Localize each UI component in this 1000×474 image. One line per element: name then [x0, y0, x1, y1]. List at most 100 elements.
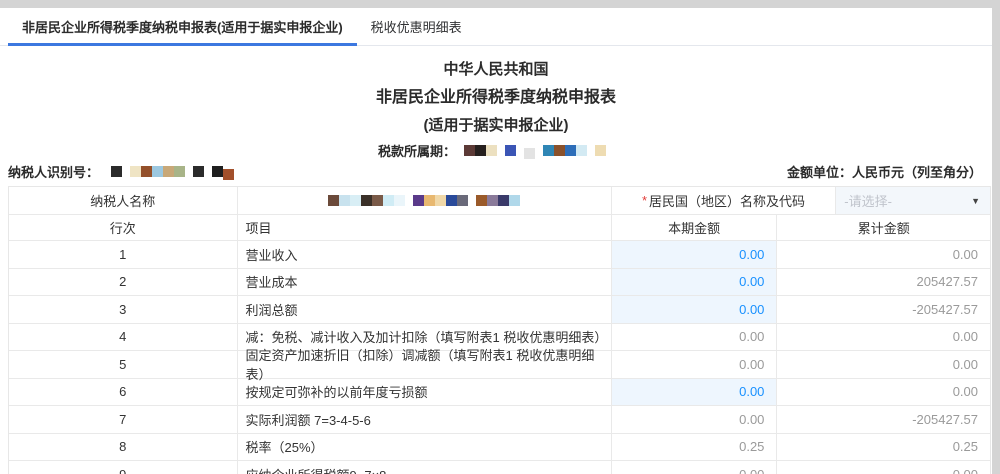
redaction-block-group: [524, 145, 535, 159]
line-number-cell: 8: [9, 433, 238, 460]
cumulative-amount-cell: 0.00: [952, 329, 978, 345]
item-name-cell: 按规定可弥补的以前年度亏损额: [238, 378, 612, 405]
item-name-cell: 营业成本: [238, 268, 612, 295]
current-amount-cell[interactable]: 0.00: [611, 241, 778, 268]
redaction-block: [475, 144, 486, 156]
item-name-cell: 应纳企业所得税额9=7×8: [238, 461, 612, 474]
return-table: 纳税人名称 * 居民国（地区）名称及代码 -请选择- ▼ 行次 项目 本期金额 …: [8, 186, 991, 474]
redaction-block-group: [505, 144, 516, 156]
redaction-block: [435, 195, 447, 206]
line-number-cell: 9: [9, 461, 238, 474]
redaction-block: [505, 144, 516, 156]
current-amount-cell[interactable]: 0.00: [611, 268, 778, 295]
tab-label: 非居民企业所得税季度纳税申报表(适用于据实申报企业): [22, 20, 343, 35]
redaction-block: [328, 195, 340, 206]
select-placeholder: -请选择-: [844, 194, 892, 209]
current-amount-cell[interactable]: 0.00: [611, 296, 778, 323]
redaction-block: [464, 144, 475, 156]
redaction-block: [457, 195, 469, 206]
redaction-block: [350, 195, 362, 206]
chevron-down-icon: ▼: [971, 195, 980, 206]
cumulative-amount-cell: 0.00: [777, 461, 990, 474]
tab-preferential-detail[interactable]: 税收优惠明细表: [357, 8, 476, 45]
redaction-block: [424, 195, 436, 206]
line-number-cell: 4: [9, 323, 238, 350]
redaction-block: [339, 195, 351, 206]
form-title-main: 非居民企业所得税季度纳税申报表: [375, 89, 616, 106]
redaction-block: [211, 165, 223, 177]
current-amount-cell: 0.00: [612, 461, 778, 474]
taxpayer-info-line: 纳税人识别号： 金额单位：人民币元（列至角分）: [0, 160, 992, 182]
redaction-block: [565, 144, 576, 156]
resident-country-select[interactable]: -请选择- ▼: [836, 187, 990, 214]
current-amount-cell: 0.00: [612, 351, 778, 378]
taxpayer-name-label: 纳税人名称: [9, 187, 238, 214]
table-row: 8 税率（25%） 0.25 0.25: [9, 433, 990, 461]
redaction-block: [446, 195, 458, 206]
redaction-block-group: [211, 165, 234, 180]
redaction-block: [413, 195, 425, 206]
redaction-block: [129, 165, 141, 177]
tax-form-page: 非居民企业所得税季度纳税申报表(适用于据实申报企业) 税收优惠明细表 中华人民共…: [0, 8, 992, 474]
tax-period-label: 税款所属期：: [377, 143, 456, 159]
line-number-cell: 2: [9, 268, 238, 295]
table-row: 2 营业成本 0.00 205427.57: [9, 268, 990, 296]
header-current-amount: 本期金额: [612, 215, 778, 240]
cumulative-amount-cell: 0.25: [952, 439, 978, 455]
form-title-country: 中华人民共和国: [443, 61, 549, 78]
redaction-block: [524, 147, 535, 159]
table-row: 7 实际利润额 7=3-4-5-6 0.00 -205427.57: [9, 406, 990, 434]
tax-period-redacted-value: [464, 144, 614, 159]
cumulative-amount-cell: -205427.57: [912, 411, 978, 427]
redaction-block: [509, 195, 521, 206]
tab-quarterly-return[interactable]: 非居民企业所得税季度纳税申报表(适用于据实申报企业): [8, 8, 357, 46]
item-name-cell: 固定资产加速折旧（扣除）调减额（填写附表1 税收优惠明细表）: [238, 348, 612, 382]
header-cumulative-amount: 累计金额: [857, 221, 910, 236]
header-item: 项目: [238, 215, 612, 240]
tax-period-line: 税款所属期：: [0, 140, 992, 160]
cumulative-amount-cell: 0.00: [952, 246, 978, 262]
redaction-block-group: [413, 195, 469, 206]
redaction-block: [595, 144, 606, 156]
redaction-block: [151, 165, 163, 177]
taxpayer-name-value: [238, 187, 612, 214]
table-body: 1 营业收入 0.00 0.00 2 营业成本 0.00 205427.57 3 利润总额 0.00…: [9, 241, 990, 474]
redaction-block: [383, 195, 395, 206]
form-title-block: 中华人民共和国 非居民企业所得税季度纳税申报表 (适用于据实申报企业): [0, 56, 992, 140]
taxpayer-id-label: 纳税人识别号：: [8, 164, 100, 180]
table-row: 1 营业收入 0.00 0.00: [9, 241, 990, 269]
item-name-cell: 利润总额: [238, 296, 612, 323]
current-amount-cell: 0.00: [612, 323, 778, 350]
header-line-no: 行次: [9, 215, 238, 240]
line-number-cell: 3: [9, 296, 238, 323]
redaction-block: [372, 195, 384, 206]
redaction-block: [576, 144, 587, 156]
redaction-block-group: [110, 165, 122, 177]
item-name-cell: 实际利润额 7=3-4-5-6: [238, 406, 612, 433]
taxpayer-id-redacted-value: [110, 165, 242, 180]
line-number-cell: 6: [9, 378, 238, 405]
table-row: 6 按规定可弥补的以前年度亏损额 0.00 0.00: [9, 378, 990, 406]
redaction-block-group: [328, 195, 406, 206]
redaction-block: [476, 195, 488, 206]
line-number-cell: 1: [9, 241, 238, 268]
redaction-block: [173, 165, 185, 177]
cumulative-amount-cell: -205427.57: [912, 301, 978, 317]
tab-bar: 非居民企业所得税季度纳税申报表(适用于据实申报企业) 税收优惠明细表: [0, 8, 992, 46]
redaction-block: [394, 195, 406, 206]
current-amount-cell[interactable]: 0.00: [611, 378, 778, 405]
item-name-cell: 营业收入: [238, 241, 612, 268]
redaction-block-group: [476, 195, 521, 206]
current-amount-cell: 0.00: [612, 406, 778, 433]
redaction-block: [543, 144, 554, 156]
redaction-block-group: [543, 144, 587, 156]
form-title-sub: (适用于据实申报企业): [423, 117, 569, 134]
taxpayer-id-group: 纳税人识别号：: [8, 162, 242, 181]
redaction-block: [498, 195, 510, 206]
resident-country-label-text: 居民国（地区）名称及代码: [649, 194, 806, 209]
redaction-block-group: [192, 165, 204, 177]
cumulative-amount-cell: 205427.57: [916, 274, 978, 290]
tab-label: 税收优惠明细表: [370, 20, 462, 35]
current-amount-cell: 0.25: [612, 433, 778, 460]
redaction-block-group: [464, 144, 497, 156]
